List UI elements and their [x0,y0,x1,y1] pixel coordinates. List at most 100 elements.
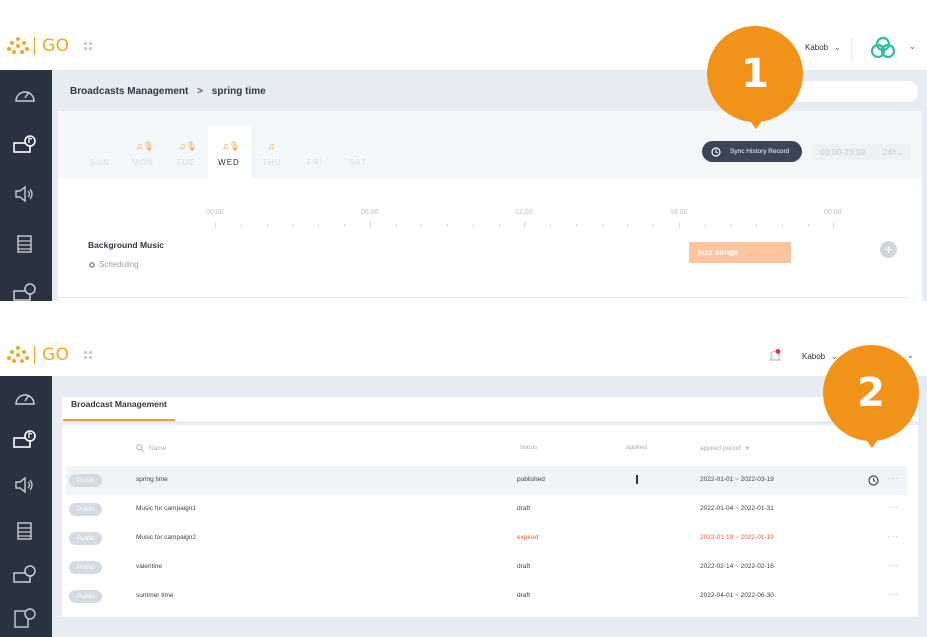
playlist-icon[interactable] [13,233,37,255]
timeline-tick [241,224,242,227]
brand-name: GO [42,36,70,56]
speaker-icon[interactable] [13,474,37,496]
add-schedule-button[interactable]: + [880,241,897,258]
broadcast-music-icon[interactable] [13,429,37,451]
tick-label: 12:00 [515,209,533,216]
tab-tue[interactable]: TUE [166,158,206,167]
row-status: published [517,476,545,483]
day-event-icons-tue: ♫🎙 [179,141,198,151]
table-row[interactable]: Public Music for campaign1 draft 2022-01… [66,495,907,524]
row-more-menu[interactable]: ··· [888,503,899,512]
sync-history-label: Sync History Record [730,148,790,155]
brand-logo-icon[interactable] [870,36,896,60]
clock-icon [711,146,721,157]
broadcast-list-panel: GO Kabob ⌄ ⌄ Broadcast Management Name s… [0,318,927,637]
row-more-menu[interactable]: ··· [888,590,899,599]
app-logo[interactable]: GO [6,36,92,56]
timeline-tick [730,224,731,227]
schedule-doc-icon[interactable] [13,607,37,629]
dashboard-gauge-icon[interactable] [13,387,37,409]
callout-pointer-1 [748,118,764,129]
timeline-tick [447,224,448,227]
row-name[interactable]: Music for campaign1 [136,505,196,512]
chevron-down-icon[interactable]: ⌄ [907,351,914,360]
chevron-down-icon[interactable]: ⌄ [909,42,916,51]
chevron-down-icon: ⌄ [896,146,904,157]
sort-caret-icon: ▾ [745,445,750,452]
timeline-tick [215,222,216,228]
tab-mon[interactable]: MON [123,158,163,167]
timeline-tick [705,224,706,227]
row-name[interactable]: spring time [136,476,168,483]
broadcast-table: Name status applied applied period ▾ Pub… [62,425,918,617]
search-input[interactable] [790,81,918,102]
playlist-icon[interactable] [13,520,37,542]
brand-dots-icon [7,346,29,363]
row-more-menu[interactable]: ··· [888,474,899,483]
column-header-name[interactable]: Name [136,444,166,452]
tab-thu[interactable]: THU [252,158,292,167]
sync-history-button[interactable]: Sync History Record [702,141,802,162]
row-period: 2022-01-04 ~ 2022-01-31 [700,505,774,512]
user-menu[interactable]: Kabob ⌄ [802,352,838,361]
dashboard-gauge-icon[interactable] [13,84,37,106]
device-check-icon[interactable] [13,282,37,301]
table-row[interactable]: Public valentine draft 2022-02-14 ~ 2022… [66,553,907,582]
row-more-menu[interactable]: ··· [888,532,899,541]
timeline-tick [473,224,474,227]
callout-badge-2: 2 [823,345,919,441]
device-check-icon[interactable] [13,564,37,586]
tick-label: 18:00 [670,209,688,216]
sidebar [0,376,52,637]
user-menu[interactable]: Kabob ⌄ [805,43,841,52]
row-more-menu[interactable]: ··· [888,561,899,570]
table-row[interactable]: Public Music for campaign2 expired 2022-… [66,524,907,553]
speaker-icon[interactable] [13,183,37,205]
tab-wed[interactable]: WED [209,158,249,167]
column-header-applied-period[interactable]: applied period ▾ [700,444,750,453]
breadcrumb: Broadcasts Management > spring time [70,86,266,97]
tab-sun[interactable]: SUN [80,158,120,167]
text-cursor [636,475,638,484]
tab-broadcast-management[interactable]: Broadcast Management [63,397,175,421]
row-period: 2022-01-01 ~ 2022-03-19 [700,476,774,483]
timeline: 00:00 06:00 12:00 18:00 00:00 Background… [58,178,922,301]
row-status: draft [517,563,531,570]
breadcrumb-separator: > [197,86,203,97]
breadcrumb-parent[interactable]: Broadcasts Management [70,86,188,97]
time-range-select[interactable]: 00:00-23:59 24h⌄ [812,144,910,160]
timeline-tick [524,222,525,228]
timeline-tick [344,224,345,227]
gear-icon [89,261,95,268]
timeline-tick [499,224,500,227]
tab-sat[interactable]: SAT [338,158,378,167]
timeline-tick [653,224,654,227]
table-row[interactable]: Public spring time published 2022-01-01 … [66,466,907,495]
timeline-tick [833,222,834,228]
visibility-badge: Public [69,503,102,516]
visibility-badge: Public [69,590,102,603]
broadcast-music-icon[interactable] [13,134,37,156]
schedule-row-label: Background Music [88,240,165,250]
row-name[interactable]: Music for campaign2 [136,534,196,541]
table-row[interactable]: Public summer time draft 2022-04-01 ~ 20… [66,582,907,611]
timeline-tick [627,224,628,227]
bell-icon[interactable] [768,348,782,363]
tab-fri[interactable]: FRI [295,158,335,167]
app-logo[interactable]: GO [6,345,92,365]
divider [58,297,908,298]
timeline-tick [756,224,757,227]
row-name[interactable]: valentine [136,563,162,570]
clock-icon[interactable] [868,475,879,486]
apps-grid-icon[interactable] [83,42,92,50]
row-status: draft [517,592,531,599]
row-name[interactable]: summer time [136,592,174,599]
scheduling-link[interactable]: Scheduling [88,260,139,269]
timeline-tick [293,224,294,227]
column-label: Name [149,444,167,452]
timeline-tick [576,224,577,227]
timeline-tick [679,222,680,228]
row-status: expired [517,534,539,541]
apps-grid-icon[interactable] [83,351,92,359]
schedule-block[interactable]: jazz songs [689,242,791,263]
